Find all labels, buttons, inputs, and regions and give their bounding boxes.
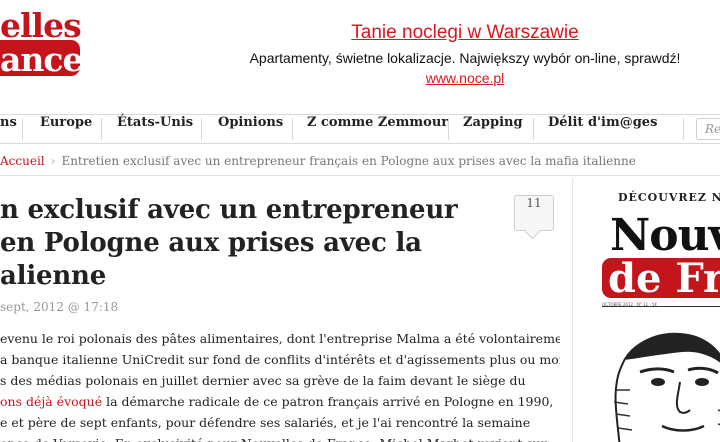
ad-description: Apartamenty, świetne lokalizacje. Najwię… [249, 50, 681, 66]
magazine-title-band: de Fr [602, 255, 720, 302]
body-line: s des médias polonais en juillet dernier… [0, 373, 526, 388]
search-input[interactable]: Re [696, 118, 720, 140]
breadcrumb-current: Entretien exclusif avec un entrepreneur … [61, 154, 636, 168]
article-date: sept, 2012 @ 17:18 [0, 300, 119, 314]
breadcrumb: Accueil › Entretien exclusif avec un entre… [0, 154, 720, 172]
breadcrumb-arrow-icon: › [50, 154, 56, 168]
nav-separator [683, 118, 684, 140]
nav-item-zapping[interactable]: Zapping [463, 115, 523, 143]
ad-banner[interactable]: Tanie noclegi w Warszawie Apartamenty, ś… [230, 22, 700, 86]
nav-separator [448, 118, 449, 140]
nav-separator [533, 118, 534, 140]
nav-separator [101, 118, 102, 140]
magazine-title-line-2: de Fr [608, 255, 720, 302]
nav-item-etats-unis[interactable]: États-Unis [117, 115, 193, 143]
magazine-rule [602, 306, 720, 307]
breadcrumb-divider [0, 175, 720, 176]
magazine-cover[interactable]: Nouv de Fr OCTOBRE 2012 · N° 11 · 5€ [600, 210, 720, 442]
ad-url-link[interactable]: www.noce.pl [230, 70, 700, 86]
magazine-title-line-1: Nouv [610, 210, 720, 261]
main-nav: ns Europe États-Unis Opinions Z comme Ze… [0, 114, 720, 144]
article-title-line: en Pologne aux prises avec la [0, 228, 422, 259]
body-line-text: la démarche radicale de ce patron frança… [102, 394, 554, 409]
nav-item-delit-dimages[interactable]: Délit d'im@ges [548, 115, 657, 143]
article-body: evenu le roi polonais des pâtes alimenta… [0, 328, 560, 442]
body-line: ence de Varsovie. En exclusivité pour No… [0, 433, 560, 442]
magazine-portrait-illustration [613, 332, 720, 442]
nav-separator [22, 118, 23, 140]
logo-line-2: ance [0, 40, 83, 79]
nav-item-ns[interactable]: ns [0, 115, 17, 143]
body-line: ons déjà évoqué la démarche radicale de … [0, 391, 560, 412]
comment-count-badge[interactable]: 11 [514, 195, 554, 231]
article-title-line: alienne [0, 261, 107, 292]
body-line: a banque italienne UniCredit sur fond de… [0, 352, 560, 367]
body-line: evenu le roi polonais des pâtes alimenta… [0, 331, 560, 346]
nav-item-opinions[interactable]: Opinions [218, 115, 283, 143]
sidebar-divider [572, 178, 573, 442]
site-logo[interactable]: elles ance [0, 0, 90, 80]
nav-item-europe[interactable]: Europe [40, 115, 92, 143]
article-title: n exclusif avec un entrepreneur en Polog… [0, 194, 510, 293]
logo-line-2-band: ance [0, 40, 83, 79]
ad-title-link[interactable]: Tanie noclegi w Warszawie [351, 22, 578, 44]
nav-item-z-comme-zemmour[interactable]: Z comme Zemmour [307, 115, 448, 143]
breadcrumb-home-link[interactable]: Accueil [0, 154, 45, 168]
nav-separator [292, 118, 293, 140]
body-line: e et père de sept enfants, pour défendre… [0, 415, 531, 430]
nav-separator [201, 118, 202, 140]
sidebar-heading: DÉCOUVREZ NO [618, 191, 720, 204]
body-inline-link[interactable]: ons déjà évoqué [0, 394, 102, 409]
article-title-line: n exclusif avec un entrepreneur [0, 195, 458, 225]
